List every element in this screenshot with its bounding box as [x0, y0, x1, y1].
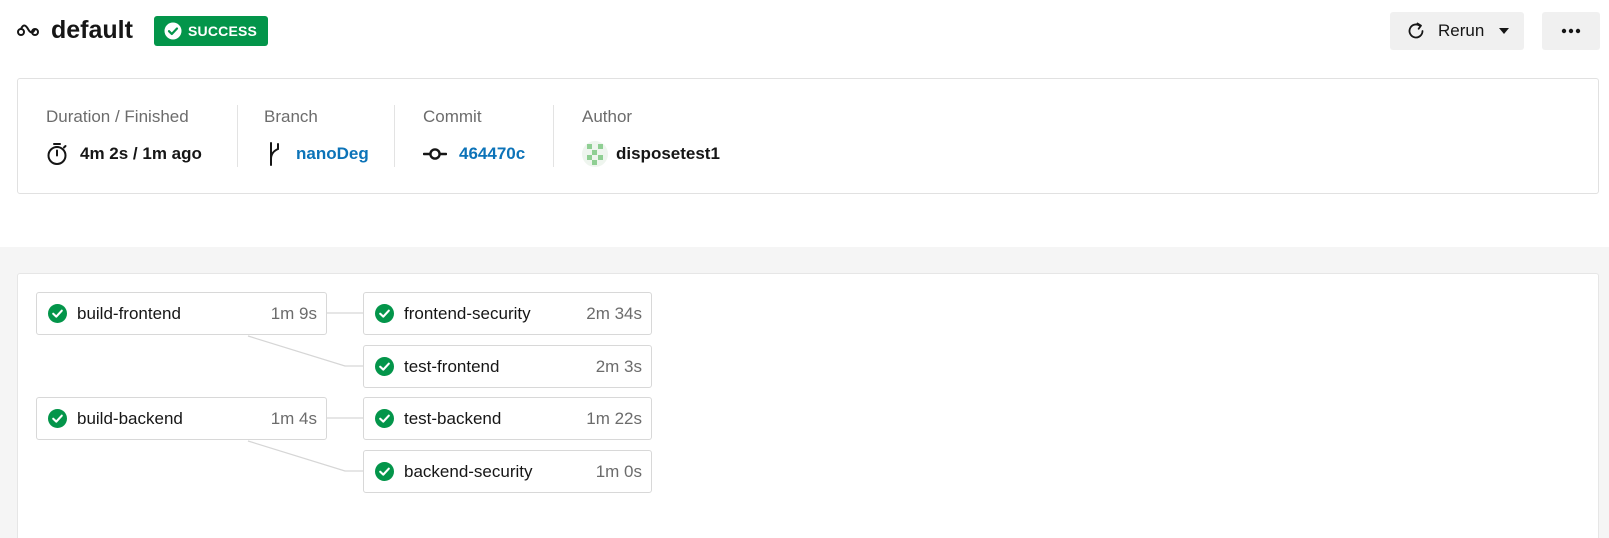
status-badge: SUCCESS: [154, 16, 269, 46]
duration-text: 4m 2s / 1m ago: [80, 144, 202, 163]
commit-link[interactable]: 464470c: [459, 144, 525, 164]
job-test-backend[interactable]: test-backend 1m 22s: [363, 397, 652, 440]
job-backend-security[interactable]: backend-security 1m 0s: [363, 450, 652, 493]
job-test-frontend[interactable]: test-frontend 2m 3s: [363, 345, 652, 388]
workflow-icon: [17, 24, 39, 36]
job-build-frontend[interactable]: build-frontend 1m 9s: [36, 292, 327, 335]
more-actions-button[interactable]: [1542, 12, 1600, 50]
branch-value: nanoDeg: [264, 141, 369, 167]
refresh-icon: [1408, 22, 1424, 39]
job-duration: 1m 0s: [595, 462, 642, 481]
job-duration: 1m 4s: [270, 409, 317, 428]
git-commit-icon: [423, 148, 447, 160]
branch-label: Branch: [264, 107, 318, 126]
commit-label: Commit: [423, 107, 482, 126]
branch-link[interactable]: nanoDeg: [296, 144, 369, 164]
job-duration: 2m 34s: [586, 304, 642, 323]
job-frontend-security[interactable]: frontend-security 2m 34s: [363, 292, 652, 335]
rerun-label: Rerun: [1438, 21, 1485, 40]
ellipsis-icon: [1561, 28, 1581, 34]
job-name: build-frontend: [77, 304, 181, 323]
job-name: frontend-security: [404, 304, 531, 323]
timer-icon: [47, 143, 67, 165]
check-circle-icon: [375, 462, 394, 481]
rerun-button[interactable]: Rerun: [1390, 12, 1524, 50]
git-branch-icon: [270, 142, 279, 166]
check-circle-icon: [375, 304, 394, 323]
check-circle-icon: [375, 409, 394, 428]
divider: [237, 105, 238, 167]
duration-label: Duration / Finished: [46, 107, 189, 126]
author-value: disposetest1: [582, 141, 720, 167]
author-label: Author: [582, 107, 633, 126]
workflow-header: default SUCCESS Rerun: [0, 0, 1609, 62]
check-circle-icon: [164, 22, 182, 40]
divider: [553, 105, 554, 167]
status-label: SUCCESS: [188, 23, 258, 39]
check-circle-icon: [48, 304, 67, 323]
job-duration: 1m 9s: [270, 304, 317, 323]
job-name: test-backend: [404, 409, 502, 428]
check-circle-icon: [375, 357, 394, 376]
job-build-backend[interactable]: build-backend 1m 4s: [36, 397, 327, 440]
divider: [394, 105, 395, 167]
job-name: build-backend: [77, 409, 183, 428]
job-duration: 1m 22s: [586, 409, 642, 428]
duration-value: 4m 2s / 1m ago: [46, 141, 202, 167]
author-name: disposetest1: [616, 144, 720, 163]
workflow-summary-card: Duration / Finished 4m 2s / 1m ago Branc…: [17, 78, 1599, 194]
avatar: [582, 141, 608, 167]
page-title: default: [51, 16, 133, 44]
check-circle-icon: [48, 409, 67, 428]
job-duration: 2m 3s: [595, 357, 642, 376]
job-name: test-frontend: [404, 357, 500, 376]
chevron-down-icon: [1499, 28, 1509, 34]
job-name: backend-security: [404, 462, 533, 481]
commit-value: 464470c: [423, 141, 525, 167]
